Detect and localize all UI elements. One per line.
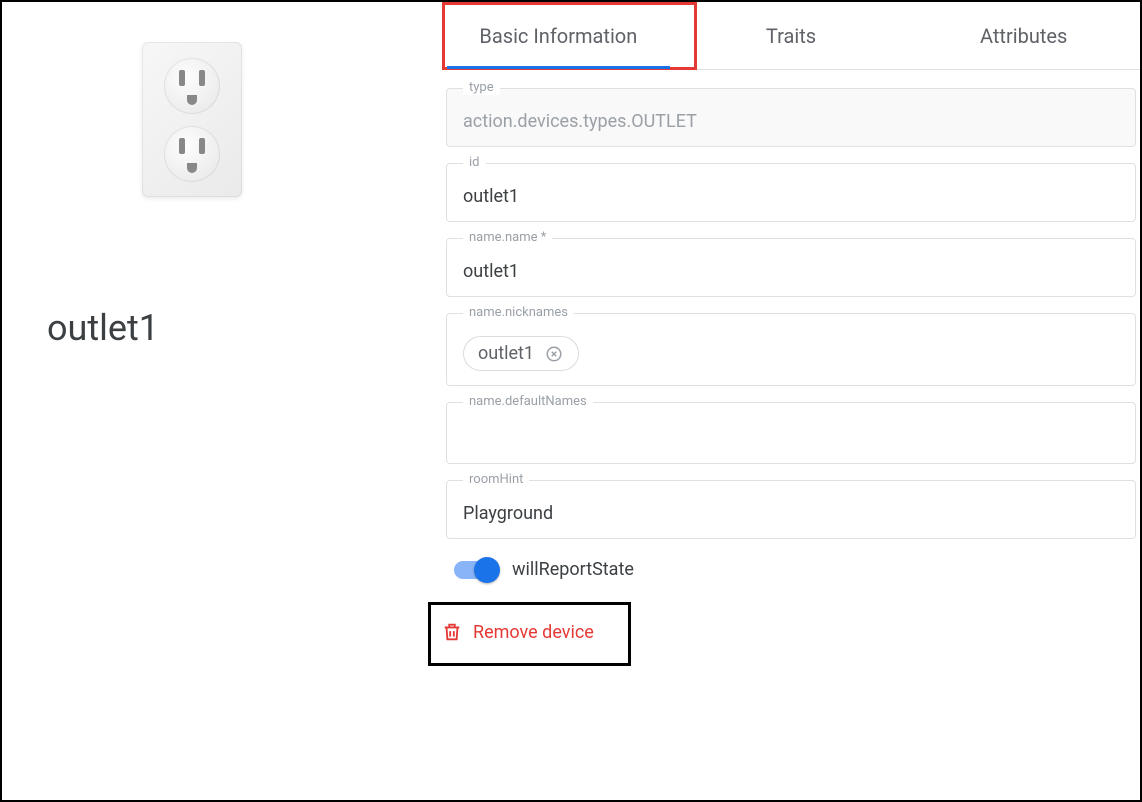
field-label: name.defaultNames [463,394,593,409]
remove-device-label: Remove device [473,622,594,643]
tab-attributes[interactable]: Attributes [907,2,1140,69]
remove-chip-icon[interactable] [544,344,564,364]
field-label: name.nicknames [463,305,574,320]
nickname-chip[interactable]: outlet1 [463,336,579,371]
tab-label: Attributes [980,24,1067,48]
remove-device-button[interactable]: Remove device [441,621,594,643]
tab-basic-information[interactable]: Basic Information [442,2,675,69]
tab-label: Basic Information [479,24,637,48]
basic-info-form: type action.devices.types.OUTLET id outl… [442,70,1140,666]
field-label: type [463,80,500,95]
remove-device-highlight: Remove device [428,602,631,666]
tab-label: Traits [766,24,816,48]
field-label: name.name * [463,230,552,245]
toggle-label: willReportState [512,559,634,580]
name-nicknames-field[interactable]: name.nicknames outlet1 [446,313,1136,386]
type-field: type action.devices.types.OUTLET [446,88,1136,147]
trash-icon [441,621,463,643]
willreportstate-row: willReportState [454,559,1136,580]
tab-bar: Basic Information Traits Attributes [442,2,1140,70]
type-value: action.devices.types.OUTLET [463,111,1119,132]
name-name-value: outlet1 [463,261,1119,282]
id-value: outlet1 [463,186,1119,207]
device-title: outlet1 [47,307,402,349]
chip-text: outlet1 [478,343,534,364]
roomhint-field[interactable]: roomHint Playground [446,480,1136,539]
id-field[interactable]: id outlet1 [446,163,1136,222]
field-label: id [463,155,486,170]
device-detail-panel: Basic Information Traits Attributes type… [442,2,1140,800]
roomhint-value: Playground [463,503,1119,524]
device-config-screen: outlet1 Basic Information Traits Attribu… [0,0,1142,802]
device-summary-panel: outlet1 [2,2,442,800]
name-defaultnames-field[interactable]: name.defaultNames [446,402,1136,464]
outlet-icon [142,42,242,197]
field-label: roomHint [463,472,529,487]
tab-traits[interactable]: Traits [675,2,908,69]
willreportstate-toggle[interactable] [454,561,498,579]
name-name-field[interactable]: name.name * outlet1 [446,238,1136,297]
